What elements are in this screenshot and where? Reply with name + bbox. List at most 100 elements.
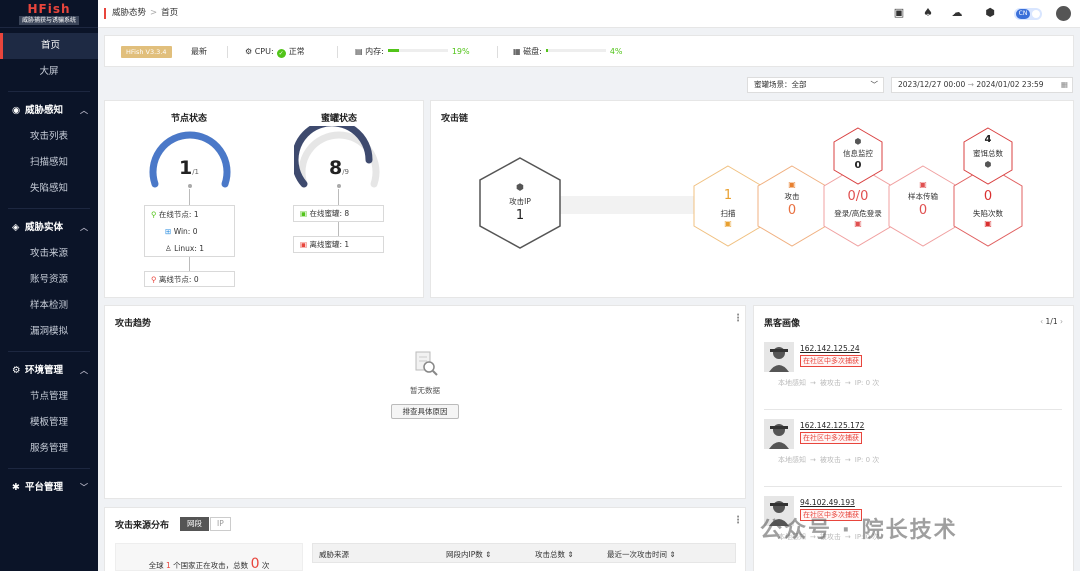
- empty-data-icon: [415, 351, 438, 376]
- connector-line: [338, 222, 339, 236]
- gauge-pin: [188, 184, 192, 188]
- flow-local: 本地感知: [778, 379, 806, 387]
- offline-nodes-value: 0: [193, 275, 199, 284]
- watermark: 公众号 · 院长技术: [760, 518, 958, 543]
- brand-subtitle: 威胁捕获与诱骗系统: [18, 16, 79, 25]
- hacker-item[interactable]: 162.142.125.24 在社区中多次捕获 本地感知 → 被攻击 → IP: 0 次: [764, 342, 1080, 402]
- flow-ip-count: IP: 0 次: [854, 379, 880, 387]
- honeypot-icon: ▣: [300, 209, 308, 218]
- honeypot-total: /9: [342, 168, 350, 176]
- chevron-right-icon[interactable]: ›: [1060, 317, 1063, 326]
- arrow-right-icon: →: [844, 379, 851, 387]
- calendar-icon: ▦: [1060, 80, 1068, 89]
- nav-item-vuln-simulation[interactable]: 漏洞模拟: [0, 319, 98, 345]
- attack-source-title: 攻击来源分布: [115, 521, 170, 531]
- bait-total-value: 4: [984, 134, 992, 145]
- arrow-right-icon: →: [844, 456, 851, 464]
- column-header-ip-count[interactable]: 网段内IP数 ⇕: [446, 549, 491, 560]
- hacker-tag: 在社区中多次捕获: [800, 432, 862, 444]
- nav-item-scan-perception[interactable]: 扫描感知: [0, 150, 98, 176]
- chat-icon[interactable]: ☁: [949, 5, 965, 21]
- tab-ip[interactable]: IP: [210, 517, 231, 531]
- nav-group-threat-perception[interactable]: ◉ 威胁感知 ︿: [0, 98, 98, 124]
- disk-label: 磁盘:: [523, 47, 542, 56]
- scan-hex: [693, 165, 763, 247]
- nav-item-attack-list[interactable]: 攻击列表: [0, 124, 98, 150]
- honeypot-icon: ▣: [300, 240, 308, 249]
- node-status-title: 节点状态: [170, 114, 207, 124]
- attack-stage-label: 攻击: [784, 192, 800, 201]
- nav-group-env-management[interactable]: ⚙ 环境管理 ︿: [0, 358, 98, 384]
- more-icon[interactable]: ⋮: [733, 313, 743, 324]
- date-range-picker[interactable]: 2023/12/27 00:00 → 2024/01/02 23:59 ▦: [891, 77, 1073, 93]
- disk-percent: 4%: [609, 47, 623, 56]
- nav-item-bigscreen[interactable]: 大屏: [0, 59, 98, 85]
- date-start: 2023/12/27 00:00: [898, 80, 966, 89]
- attack-stage-icon: ▣: [788, 180, 796, 189]
- hacker-item[interactable]: 162.142.125.172 在社区中多次捕获 本地感知 → 被攻击 → IP: 0 …: [764, 419, 1080, 479]
- hacker-ip[interactable]: 94.102.49.193: [800, 498, 855, 507]
- scene-select[interactable]: 蜜罐场景：全部 ﹀: [747, 77, 884, 93]
- chain-band: [560, 196, 700, 214]
- pager[interactable]: ‹ 1/1 ›: [1040, 317, 1063, 326]
- compromise-label: 失陷次数: [973, 209, 1003, 218]
- document-icon[interactable]: ▣: [891, 5, 907, 21]
- breadcrumb-current: 首页: [161, 8, 179, 18]
- attack-total: 0: [250, 556, 260, 571]
- nav-item-node-management[interactable]: 节点管理: [0, 384, 98, 410]
- scan-label: 扫描: [720, 209, 736, 218]
- pager-text: 1/1: [1045, 317, 1058, 326]
- login-label: 登录/高危登录: [834, 209, 882, 218]
- chevron-left-icon[interactable]: ‹: [1040, 317, 1043, 326]
- brand-name: HFish: [27, 2, 71, 16]
- nav-item-attack-source[interactable]: 攻击来源: [0, 241, 98, 267]
- offline-honeypots-label: 离线蜜罐:: [309, 240, 343, 249]
- linux-icon: ♙: [165, 244, 172, 253]
- nav-group-platform-management[interactable]: ✱ 平台管理 ﹀: [0, 475, 98, 501]
- cpu-status: ⚙ CPU: ✓ 正常: [245, 47, 305, 58]
- investigate-button[interactable]: 排查具体原因: [391, 404, 459, 419]
- online-honeypots-value: 8: [344, 209, 350, 218]
- hacker-flow: 本地感知 → 被攻击 → IP: 0 次: [778, 455, 883, 465]
- column-header-last-attack[interactable]: 最近一次攻击时间 ⇕: [607, 549, 676, 560]
- eye-icon: ◉: [12, 105, 21, 116]
- login-icon: ▣: [854, 219, 862, 228]
- breadcrumb-separator: >: [150, 8, 158, 18]
- sidebar: HFish 威胁捕获与诱骗系统 首页 大屏 ◉ 威胁感知 ︿ 攻击列表 扫描感知 失…: [0, 0, 98, 571]
- nav-item-account-resource[interactable]: 账号资源: [0, 267, 98, 293]
- connector-line: [189, 189, 190, 205]
- monitor-icon: ⬢: [854, 137, 862, 146]
- language-toggle[interactable]: CN: [1014, 8, 1042, 20]
- chevron-up-icon: ︿: [80, 223, 88, 232]
- memory-label: 内存:: [365, 47, 384, 56]
- chevron-up-icon: ︿: [80, 106, 88, 115]
- hacker-profile-title: 黑客画像: [764, 319, 801, 329]
- flow-ip-count: IP: 0 次: [854, 456, 880, 464]
- nav-item-home[interactable]: 首页: [0, 33, 98, 59]
- flow-attacked: 被攻击: [819, 456, 841, 464]
- compromise-value: 0: [983, 189, 993, 204]
- nav-item-service-management[interactable]: 服务管理: [0, 436, 98, 462]
- nav-item-sample-detection[interactable]: 样本检测: [0, 293, 98, 319]
- tab-segment[interactable]: 网段: [180, 517, 209, 531]
- user-avatar[interactable]: [1056, 6, 1071, 21]
- divider: [764, 486, 1062, 487]
- breadcrumb-root[interactable]: 威胁态势: [112, 8, 146, 18]
- hacker-ip[interactable]: 162.142.125.172: [800, 421, 864, 430]
- nav-item-compromise-perception[interactable]: 失陷感知: [0, 176, 98, 202]
- nav-group-threat-entity[interactable]: ◈ 威胁实体 ︿: [0, 215, 98, 241]
- column-header-attack-total[interactable]: 攻击总数 ⇕: [535, 549, 574, 560]
- bell-icon[interactable]: ♠: [920, 5, 936, 21]
- check-icon: ✓: [276, 49, 286, 58]
- sample-label: 样本传输: [908, 192, 938, 201]
- hacker-ip[interactable]: 162.142.125.24: [800, 344, 860, 353]
- nav-group-label: 平台管理: [25, 482, 64, 493]
- version-badge: HFish V3.3.4: [121, 46, 172, 58]
- nav-item-template-management[interactable]: 模板管理: [0, 410, 98, 436]
- more-icon[interactable]: ⋮: [733, 515, 743, 526]
- shield-icon: ◈: [12, 222, 20, 233]
- honeypot-count: 8: [328, 157, 343, 179]
- hexagon-icon[interactable]: ⬢: [982, 5, 998, 21]
- nav-group-label: 环境管理: [25, 365, 64, 376]
- scan-icon: ▣: [724, 219, 732, 228]
